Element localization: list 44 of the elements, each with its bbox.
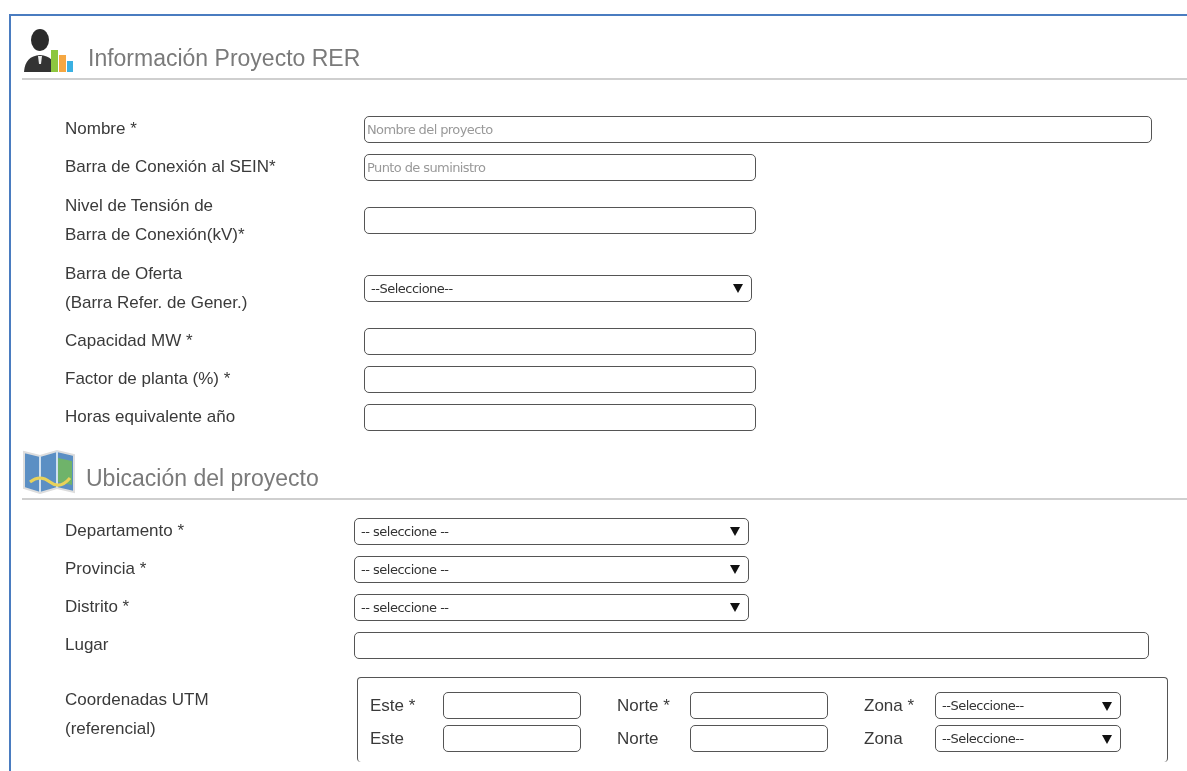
text-field[interactable] bbox=[443, 692, 581, 719]
field-label: Nivel de Tensión de Barra de Conexión(kV)* bbox=[65, 195, 246, 246]
dropdown[interactable]: --Seleccione-- bbox=[935, 692, 1121, 719]
text-field[interactable] bbox=[690, 725, 828, 752]
text-field[interactable] bbox=[364, 365, 756, 393]
dropdown[interactable]: -- seleccione -- bbox=[354, 593, 749, 621]
text-field[interactable] bbox=[364, 327, 756, 355]
field-label: Departamento * bbox=[65, 521, 186, 541]
caret-icon bbox=[1102, 700, 1112, 711]
section-title: Información Proyecto RER bbox=[88, 45, 361, 73]
field-label: Este bbox=[370, 728, 406, 749]
field-label: Zona bbox=[864, 728, 904, 749]
map-icon bbox=[22, 448, 76, 494]
caret-icon bbox=[730, 564, 740, 574]
text-field[interactable]: Nombre del proyecto bbox=[364, 115, 1152, 143]
caret-icon bbox=[730, 602, 740, 612]
field-label: Nombre * bbox=[65, 119, 138, 139]
field-label: Barra de Conexión al SEIN* bbox=[65, 157, 277, 177]
dropdown[interactable]: -- seleccione -- bbox=[354, 517, 749, 545]
text-field[interactable] bbox=[364, 206, 756, 234]
field-label: Horas equivalente año bbox=[65, 407, 237, 427]
field-label: Norte * bbox=[617, 695, 671, 716]
field-label: Provincia * bbox=[65, 559, 148, 579]
field-label: Capacidad MW * bbox=[65, 331, 194, 351]
field-label: Barra de Oferta (Barra Refer. de Gener.) bbox=[65, 263, 249, 314]
text-field[interactable] bbox=[354, 631, 1149, 659]
caret-icon bbox=[730, 526, 740, 536]
dropdown[interactable]: --Seleccione-- bbox=[364, 274, 752, 302]
caret-icon bbox=[1102, 733, 1112, 744]
section-title: Ubicación del proyecto bbox=[86, 465, 319, 493]
dropdown[interactable]: --Seleccione-- bbox=[935, 725, 1121, 752]
field-label: Este * bbox=[370, 695, 417, 716]
dropdown[interactable]: -- seleccione -- bbox=[354, 555, 749, 583]
field-label: Coordenadas UTM (referencial) bbox=[65, 689, 210, 740]
text-field[interactable] bbox=[364, 403, 756, 431]
text-field[interactable] bbox=[443, 725, 581, 752]
caret-icon bbox=[733, 283, 743, 293]
field-label: Distrito * bbox=[65, 597, 131, 617]
field-label: Factor de planta (%) * bbox=[65, 369, 232, 389]
field-label: Lugar bbox=[65, 635, 110, 655]
text-field[interactable]: Punto de suministro bbox=[364, 153, 756, 181]
field-label: Norte bbox=[617, 728, 660, 749]
field-label: Zona * bbox=[864, 695, 916, 716]
text-field[interactable] bbox=[690, 692, 828, 719]
